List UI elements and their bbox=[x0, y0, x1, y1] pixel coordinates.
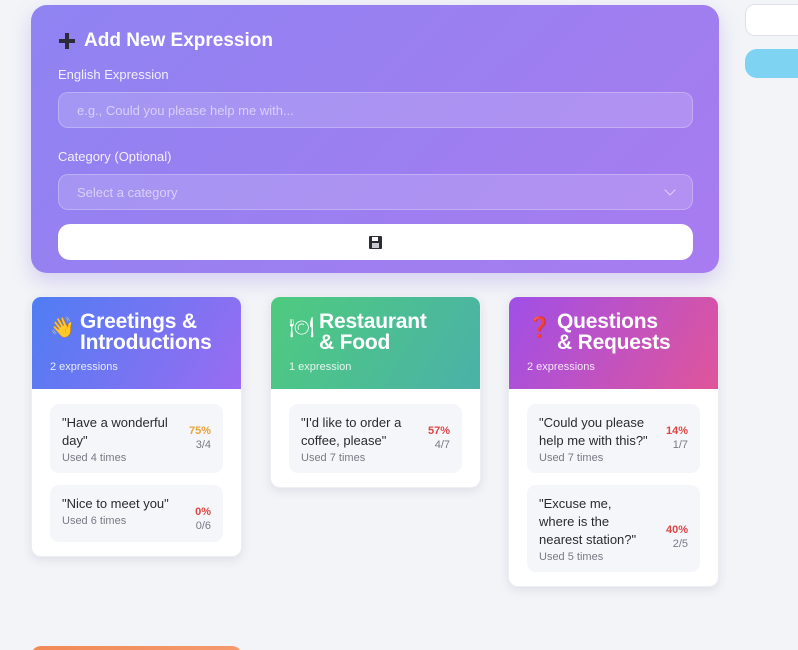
category-card-questions: ❓ Questions & Requests 2 expressions "Co… bbox=[508, 296, 719, 587]
expression-success-rate: 40% bbox=[665, 524, 688, 536]
category-title: Restaurant & Food bbox=[319, 311, 427, 353]
waving-hand-icon: 👋 bbox=[50, 315, 75, 339]
category-title-line: & Requests bbox=[557, 331, 671, 354]
expression-item[interactable]: "Could you please help me with this?" Us… bbox=[527, 404, 700, 473]
category-count: 2 expressions bbox=[50, 361, 118, 373]
category-title: Greetings & Introductions bbox=[80, 311, 212, 353]
english-expression-input[interactable] bbox=[58, 92, 693, 128]
expression-text: "Have a wonderful day" bbox=[62, 415, 168, 448]
expression-success-rate: 57% bbox=[427, 425, 450, 437]
expression-fraction: 3/4 bbox=[195, 439, 211, 451]
expression-used-count: Used 6 times bbox=[62, 515, 127, 527]
expression-fraction: 4/7 bbox=[434, 439, 450, 451]
category-select-placeholder: Select a category bbox=[77, 184, 178, 200]
category-card-header: 👋 Greetings & Introductions 2 expression… bbox=[32, 297, 241, 389]
category-label: Category (Optional) bbox=[58, 149, 172, 164]
side-search-input[interactable] bbox=[745, 4, 798, 36]
add-expression-title-text: Add New Expression bbox=[84, 30, 273, 51]
expression-item[interactable]: "Nice to meet you" Used 6 times 0% 0/6 bbox=[50, 485, 223, 542]
category-card-header: 🍽 Restaurant & Food 1 expression bbox=[271, 297, 480, 389]
category-title-line: Greetings & bbox=[80, 310, 197, 333]
expression-success-rate: 75% bbox=[188, 425, 211, 437]
category-count: 2 expressions bbox=[527, 361, 595, 373]
expression-item[interactable]: "I'd like to order a coffee, please" Use… bbox=[289, 404, 462, 473]
expression-fraction: 0/6 bbox=[195, 520, 211, 532]
expression-item[interactable]: "Excuse me, where is the nearest station… bbox=[527, 485, 700, 572]
category-title-line: Introductions bbox=[80, 331, 212, 354]
expression-text: "Excuse me, where is the nearest station… bbox=[539, 496, 637, 547]
chevron-down-icon bbox=[664, 184, 676, 196]
expression-success-rate: 14% bbox=[665, 425, 688, 437]
category-title-line: Restaurant bbox=[319, 310, 427, 333]
plate-icon: 🍽 bbox=[289, 315, 315, 339]
expression-item[interactable]: "Have a wonderful day" Used 4 times 75% … bbox=[50, 404, 223, 473]
expression-success-rate: 0% bbox=[195, 506, 211, 518]
expression-text: "I'd like to order a coffee, please" bbox=[301, 415, 402, 448]
expression-used-count: Used 7 times bbox=[539, 452, 604, 464]
plus-icon bbox=[58, 32, 76, 50]
category-count: 1 expression bbox=[289, 361, 352, 373]
category-title: Questions & Requests bbox=[557, 311, 671, 353]
category-card-header: ❓ Questions & Requests 2 expressions bbox=[509, 297, 718, 389]
english-expression-label: English Expression bbox=[58, 67, 169, 82]
expression-used-count: Used 5 times bbox=[539, 551, 604, 563]
side-action-button[interactable] bbox=[745, 49, 798, 78]
question-mark-icon: ❓ bbox=[527, 315, 552, 339]
floppy-disk-icon bbox=[369, 235, 382, 249]
expression-text: "Could you please help me with this?" bbox=[539, 415, 648, 448]
add-expression-title: Add New Expression bbox=[58, 27, 692, 55]
next-category-card-header bbox=[31, 646, 242, 650]
category-card-restaurant: 🍽 Restaurant & Food 1 expression "I'd li… bbox=[270, 296, 481, 488]
save-expression-button[interactable] bbox=[58, 224, 693, 260]
category-card-greetings: 👋 Greetings & Introductions 2 expression… bbox=[31, 296, 242, 557]
expression-used-count: Used 4 times bbox=[62, 452, 127, 464]
expression-fraction: 2/5 bbox=[672, 538, 688, 550]
add-expression-panel: Add New Expression English Expression Ca… bbox=[31, 5, 719, 273]
category-select[interactable]: Select a category bbox=[58, 174, 693, 210]
category-title-line: Questions bbox=[557, 310, 658, 333]
expression-used-count: Used 7 times bbox=[301, 452, 366, 464]
expression-fraction: 1/7 bbox=[672, 439, 688, 451]
category-title-line: & Food bbox=[319, 331, 391, 354]
expression-text: "Nice to meet you" bbox=[62, 496, 169, 511]
